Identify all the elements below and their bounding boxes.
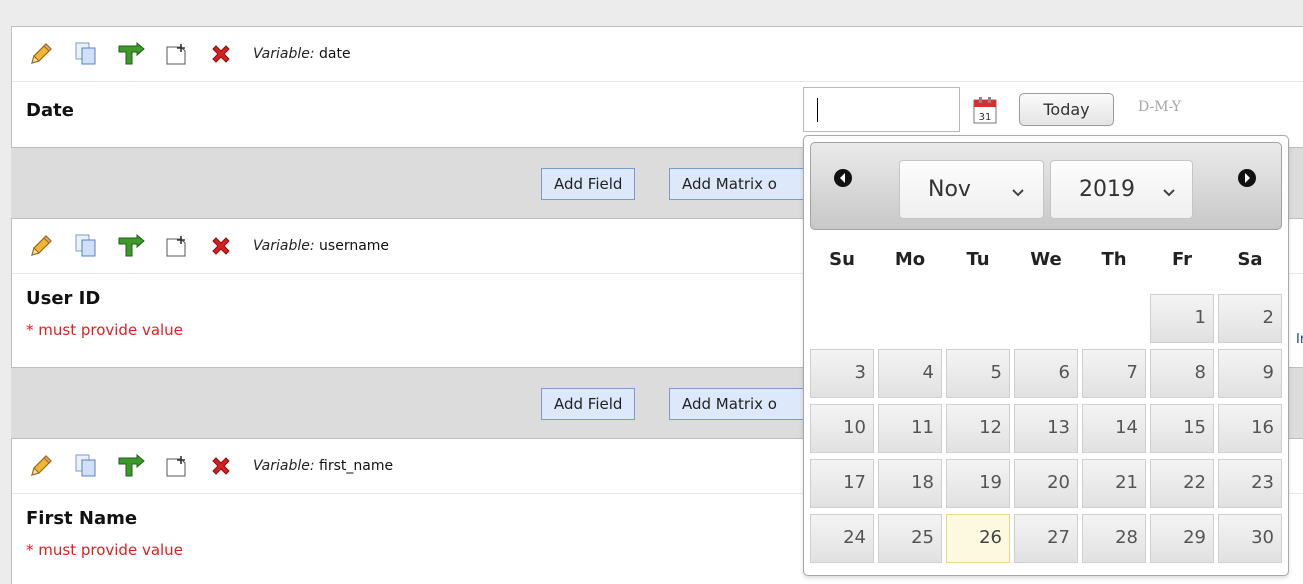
delete-icon[interactable] — [206, 452, 236, 480]
day-cell[interactable]: 18 — [878, 459, 942, 508]
branch-icon[interactable] — [116, 40, 146, 68]
branch-icon[interactable] — [116, 232, 146, 260]
day-cell[interactable]: 10 — [810, 404, 874, 453]
day-cell[interactable]: 14 — [1082, 404, 1146, 453]
day-cell[interactable]: 8 — [1150, 349, 1214, 398]
day-cell[interactable]: 24 — [810, 514, 874, 563]
month-value: Nov — [928, 177, 971, 202]
weekday-header: Tu — [966, 249, 990, 270]
date-input[interactable] — [803, 87, 960, 132]
next-month-icon[interactable] — [1237, 168, 1257, 188]
copy-icon[interactable] — [71, 232, 101, 260]
day-cell[interactable]: 29 — [1150, 514, 1214, 563]
pencil-icon[interactable] — [26, 232, 56, 260]
day-cell[interactable]: 11 — [878, 404, 942, 453]
text-caret — [817, 98, 818, 122]
day-cell[interactable]: 21 — [1082, 459, 1146, 508]
weekday-header: Th — [1101, 249, 1127, 270]
day-cell[interactable]: 22 — [1150, 459, 1214, 508]
pencil-icon[interactable] — [26, 40, 56, 68]
day-cell[interactable]: 25 — [878, 514, 942, 563]
calendar-icon[interactable]: 31 — [973, 95, 997, 125]
day-cell[interactable]: 12 — [946, 404, 1010, 453]
today-button[interactable]: Today — [1019, 93, 1114, 126]
day-cell[interactable]: 2 — [1218, 294, 1282, 343]
day-cell[interactable]: 19 — [946, 459, 1010, 508]
field-block-date: Variable: date Date — [11, 26, 1303, 148]
move-icon[interactable] — [161, 232, 191, 260]
month-select[interactable]: Nov — [899, 160, 1044, 219]
add-matrix-button[interactable]: Add Matrix o — [669, 388, 809, 420]
day-cell[interactable]: 5 — [946, 349, 1010, 398]
copy-icon[interactable] — [71, 40, 101, 68]
move-icon[interactable] — [161, 452, 191, 480]
day-cell[interactable]: 16 — [1218, 404, 1282, 453]
branch-icon[interactable] — [116, 452, 146, 480]
day-cell[interactable]: 17 — [810, 459, 874, 508]
day-cell[interactable]: 1 — [1150, 294, 1214, 343]
weekday-header: We — [1030, 249, 1062, 270]
datepicker-popup: Nov 2019 Su Mo Tu We Th Fr Sa 1 2 3 4 5 6 7 8 9 10 11 12 1… — [803, 135, 1289, 576]
variable-label: Variable: username — [253, 238, 390, 254]
delete-icon[interactable] — [206, 40, 236, 68]
weekday-header: Mo — [894, 249, 926, 270]
day-cell[interactable]: 27 — [1014, 514, 1078, 563]
variable-label: Variable: first_name — [253, 458, 394, 474]
field-toolbar: Variable: date — [12, 27, 1303, 82]
chevron-down-icon — [1010, 181, 1026, 197]
day-cell[interactable]: 20 — [1014, 459, 1078, 508]
weekday-header: Fr — [1171, 249, 1193, 270]
year-select[interactable]: 2019 — [1050, 160, 1193, 219]
day-cell[interactable]: 9 — [1218, 349, 1282, 398]
prev-month-icon[interactable] — [833, 168, 853, 188]
delete-icon[interactable] — [206, 232, 236, 260]
svg-text:31: 31 — [979, 112, 992, 123]
weekday-header: Sa — [1237, 249, 1263, 270]
chevron-down-icon — [1161, 181, 1177, 197]
truncated-link[interactable]: Ir — [1296, 332, 1303, 347]
day-cell-today[interactable]: 26 — [946, 514, 1010, 563]
add-field-button[interactable]: Add Field — [541, 388, 636, 420]
day-cell[interactable]: 4 — [878, 349, 942, 398]
day-cell[interactable]: 6 — [1014, 349, 1078, 398]
copy-icon[interactable] — [71, 452, 101, 480]
add-matrix-button[interactable]: Add Matrix o — [669, 168, 809, 200]
date-format-hint: D-M-Y — [1138, 99, 1181, 115]
add-field-button[interactable]: Add Field — [541, 168, 636, 200]
day-cell[interactable]: 13 — [1014, 404, 1078, 453]
year-value: 2019 — [1079, 177, 1135, 202]
variable-label: Variable: date — [253, 46, 351, 62]
day-cell[interactable]: 23 — [1218, 459, 1282, 508]
weekday-header: Su — [829, 249, 855, 270]
day-cell[interactable]: 3 — [810, 349, 874, 398]
day-cell[interactable]: 7 — [1082, 349, 1146, 398]
pencil-icon[interactable] — [26, 452, 56, 480]
day-cell[interactable]: 30 — [1218, 514, 1282, 563]
move-icon[interactable] — [161, 40, 191, 68]
day-cell[interactable]: 28 — [1082, 514, 1146, 563]
day-cell[interactable]: 15 — [1150, 404, 1214, 453]
datepicker-header: Nov 2019 — [810, 142, 1282, 230]
